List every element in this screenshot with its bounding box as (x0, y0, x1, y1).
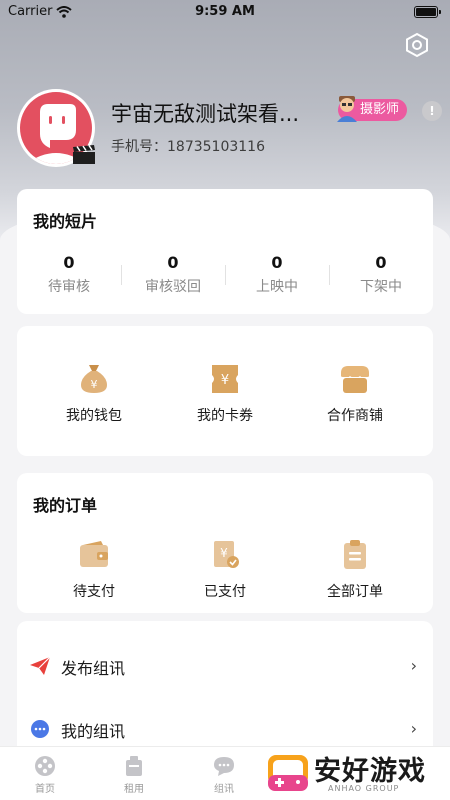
role-label: 摄影师 (360, 102, 400, 117)
pending-payment-label: 待支付 (73, 584, 115, 600)
stat-label: 下架中 (360, 279, 402, 295)
services-card: ¥ 我的钱包 ¥ 我的卡券 合作商铺 (17, 326, 433, 456)
rental-icon (126, 756, 142, 776)
my-group-news-label: 我的组讯 (61, 722, 126, 741)
stat-offline[interactable]: 0 下架中 (329, 253, 433, 296)
paid-icon: ¥ (214, 541, 239, 568)
tab-group-news[interactable]: 组讯 (194, 755, 254, 795)
stat-review-rejected[interactable]: 0 审核驳回 (121, 253, 225, 296)
watermark-sub: ANHAO GROUP (328, 784, 400, 793)
svg-text:¥: ¥ (221, 373, 229, 388)
my-orders-card: 我的订单 待支付 ¥ 已支付 全部订单 (17, 473, 433, 613)
my-shorts-card: 我的短片 0 待审核 0 审核驳回 0 上映中 0 下架中 (17, 189, 433, 314)
film-reel-icon (35, 756, 55, 776)
my-shorts-title: 我的短片 (33, 212, 98, 231)
stat-label: 审核驳回 (145, 279, 201, 295)
phone-number: 手机号：18735103116 (111, 139, 265, 155)
stat-value: 0 (375, 253, 387, 272)
stat-value: 0 (167, 253, 179, 272)
my-wallet-label: 我的钱包 (66, 408, 122, 424)
status-time: 9:59 AM (195, 4, 255, 19)
publish-group-news-label: 发布组讯 (61, 659, 126, 678)
gamepad-logo-icon (268, 755, 308, 791)
coupon-icon: ¥ (212, 365, 238, 393)
stat-value: 0 (271, 253, 283, 272)
clapperboard-icon (73, 145, 95, 164)
user-name: 宇宙无敌测试架看... (111, 102, 300, 126)
stat-pending-review[interactable]: 0 待审核 (17, 253, 121, 296)
settings-hexagon-icon[interactable] (404, 32, 430, 58)
my-coupons-label: 我的卡券 (197, 408, 253, 424)
tab-rental-label: 租用 (124, 784, 144, 795)
paid-orders-button[interactable]: ¥ 已支付 (165, 539, 285, 601)
paid-orders-label: 已支付 (204, 584, 246, 600)
group-menu-card: 发布组讯 › 我的组讯 › (17, 621, 433, 761)
bottom-tab-bar: 首页 租用 组讯 安好游戏 ANHAO GROUP (0, 746, 450, 800)
my-coupons-button[interactable]: ¥ 我的卡券 (165, 363, 285, 425)
money-bag-icon: ¥ (81, 365, 107, 393)
tab-group-news-label: 组讯 (214, 784, 234, 795)
watermark: 安好游戏 ANHAO GROUP (266, 747, 446, 797)
paper-plane-icon (30, 656, 51, 675)
clipboard-icon (344, 540, 366, 569)
status-bar: Carrier 9:59 AM (0, 0, 450, 24)
tab-home[interactable]: 首页 (15, 755, 75, 795)
all-orders-button[interactable]: 全部订单 (295, 539, 415, 601)
all-orders-label: 全部订单 (327, 584, 383, 600)
my-wallet-button[interactable]: ¥ 我的钱包 (34, 363, 154, 425)
pending-payment-button[interactable]: 待支付 (34, 539, 154, 601)
battery-icon (414, 6, 441, 18)
stat-label: 上映中 (256, 279, 298, 295)
my-group-news-row[interactable]: 我的组讯 › (17, 709, 433, 749)
partner-shops-label: 合作商铺 (327, 408, 383, 424)
svg-text:¥: ¥ (220, 546, 228, 560)
chat-bubble-icon (31, 720, 49, 738)
chevron-right-icon: › (410, 719, 417, 738)
stat-label: 待审核 (48, 279, 90, 295)
stat-showing[interactable]: 0 上映中 (225, 253, 329, 296)
tab-rental[interactable]: 租用 (104, 755, 164, 795)
svg-text:¥: ¥ (91, 378, 98, 391)
chevron-right-icon: › (410, 656, 417, 675)
tab-home-label: 首页 (35, 784, 55, 795)
my-orders-title: 我的订单 (33, 496, 98, 515)
photographer-avatar-icon (337, 96, 357, 122)
watermark-brand: 安好游戏 (314, 756, 426, 787)
partner-shops-button[interactable]: 合作商铺 (295, 363, 415, 425)
message-icon (214, 757, 234, 776)
publish-group-news-row[interactable]: 发布组讯 › (17, 646, 433, 686)
shop-icon (340, 366, 370, 393)
stat-value: 0 (63, 253, 75, 272)
info-icon[interactable]: ! (422, 101, 442, 121)
wallet-icon (80, 541, 108, 567)
